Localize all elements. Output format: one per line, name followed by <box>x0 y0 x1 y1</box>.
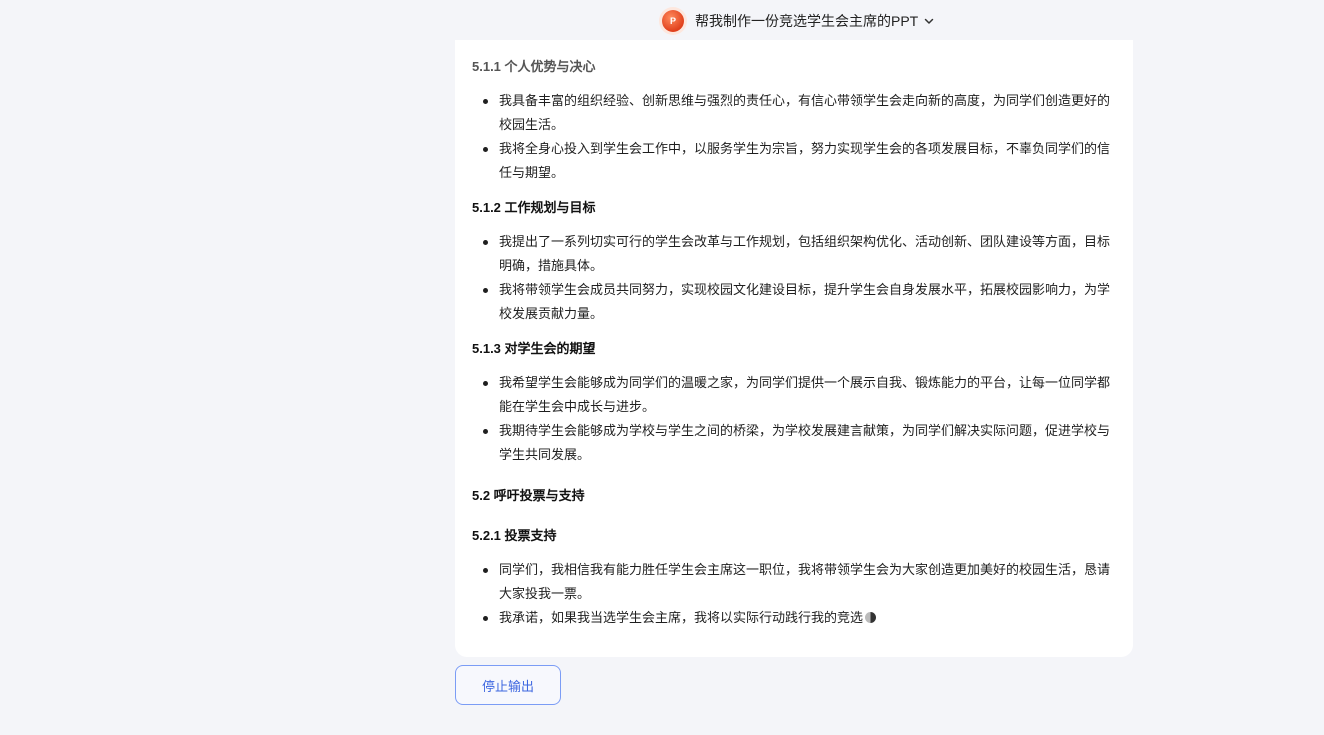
list-item: 我期待学生会能够成为学校与学生之间的桥梁，为学校发展建言献策，为同学们解决实际问… <box>472 419 1116 467</box>
section-5-1-1: 5.1.1 个人优势与决心 我具备丰富的组织经验、创新思维与强烈的责任心，有信心… <box>472 58 1116 185</box>
section-5-2-1: 5.2.1 投票支持 同学们，我相信我有能力胜任学生会主席这一职位，我将带领学生… <box>472 527 1116 630</box>
section-heading: 5.1.2 工作规划与目标 <box>472 200 596 215</box>
list-item: 我提出了一系列切实可行的学生会改革与工作规划，包括组织架构优化、活动创新、团队建… <box>472 230 1116 278</box>
section-heading: 5.2 呼吁投票与支持 <box>472 488 585 503</box>
bullet-list: 我具备丰富的组织经验、创新思维与强烈的责任心，有信心带领学生会走向新的高度，为同… <box>472 89 1116 185</box>
section-5-2: 5.2 呼吁投票与支持 <box>472 487 1116 505</box>
conversation-title: 帮我制作一份竞选学生会主席的PPT <box>695 13 919 29</box>
section-5-1-3: 5.1.3 对学生会的期望 我希望学生会能够成为同学们的温暖之家，为同学们提供一… <box>472 340 1116 467</box>
bullet-list: 我提出了一系列切实可行的学生会改革与工作规划，包括组织架构优化、活动创新、团队建… <box>472 230 1116 326</box>
list-item: 我具备丰富的组织经验、创新思维与强烈的责任心，有信心带领学生会走向新的高度，为同… <box>472 89 1116 137</box>
conversation-title-dropdown[interactable]: P 帮我制作一份竞选学生会主席的PPT <box>662 10 934 32</box>
list-item: 我希望学生会能够成为同学们的温暖之家，为同学们提供一个展示自我、锻炼能力的平台，… <box>472 371 1116 419</box>
typing-cursor-icon <box>865 612 877 623</box>
section-heading: 5.1.3 对学生会的期望 <box>472 341 596 356</box>
list-item: 我将全身心投入到学生会工作中，以服务学生为宗旨，努力实现学生会的各项发展目标，不… <box>472 137 1116 185</box>
stop-output-button[interactable]: 停止输出 <box>455 665 561 705</box>
list-item: 同学们，我相信我有能力胜任学生会主席这一职位，我将带领学生会为大家创造更加美好的… <box>472 558 1116 606</box>
streaming-text: 我承诺，如果我当选学生会主席，我将以实际行动践行我的竞选 <box>499 610 864 625</box>
bullet-list: 我希望学生会能够成为同学们的温暖之家，为同学们提供一个展示自我、锻炼能力的平台，… <box>472 371 1116 467</box>
list-item: 我将带领学生会成员共同努力，实现校园文化建设目标，提升学生会自身发展水平，拓展校… <box>472 278 1116 326</box>
ppt-icon: P <box>662 10 684 32</box>
section-5-1-2: 5.1.2 工作规划与目标 我提出了一系列切实可行的学生会改革与工作规划，包括组… <box>472 199 1116 326</box>
section-heading: 5.2.1 投票支持 <box>472 528 557 543</box>
answer-card: 5.1.1 个人优势与决心 我具备丰富的组织经验、创新思维与强烈的责任心，有信心… <box>455 40 1133 657</box>
section-heading: 5.1.1 个人优势与决心 <box>472 59 596 74</box>
bullet-list: 同学们，我相信我有能力胜任学生会主席这一职位，我将带领学生会为大家创造更加美好的… <box>472 558 1116 630</box>
list-item: 我承诺，如果我当选学生会主席，我将以实际行动践行我的竞选 <box>472 606 1116 630</box>
chevron-down-icon <box>924 16 934 26</box>
ppt-icon-letter: P <box>669 16 676 26</box>
